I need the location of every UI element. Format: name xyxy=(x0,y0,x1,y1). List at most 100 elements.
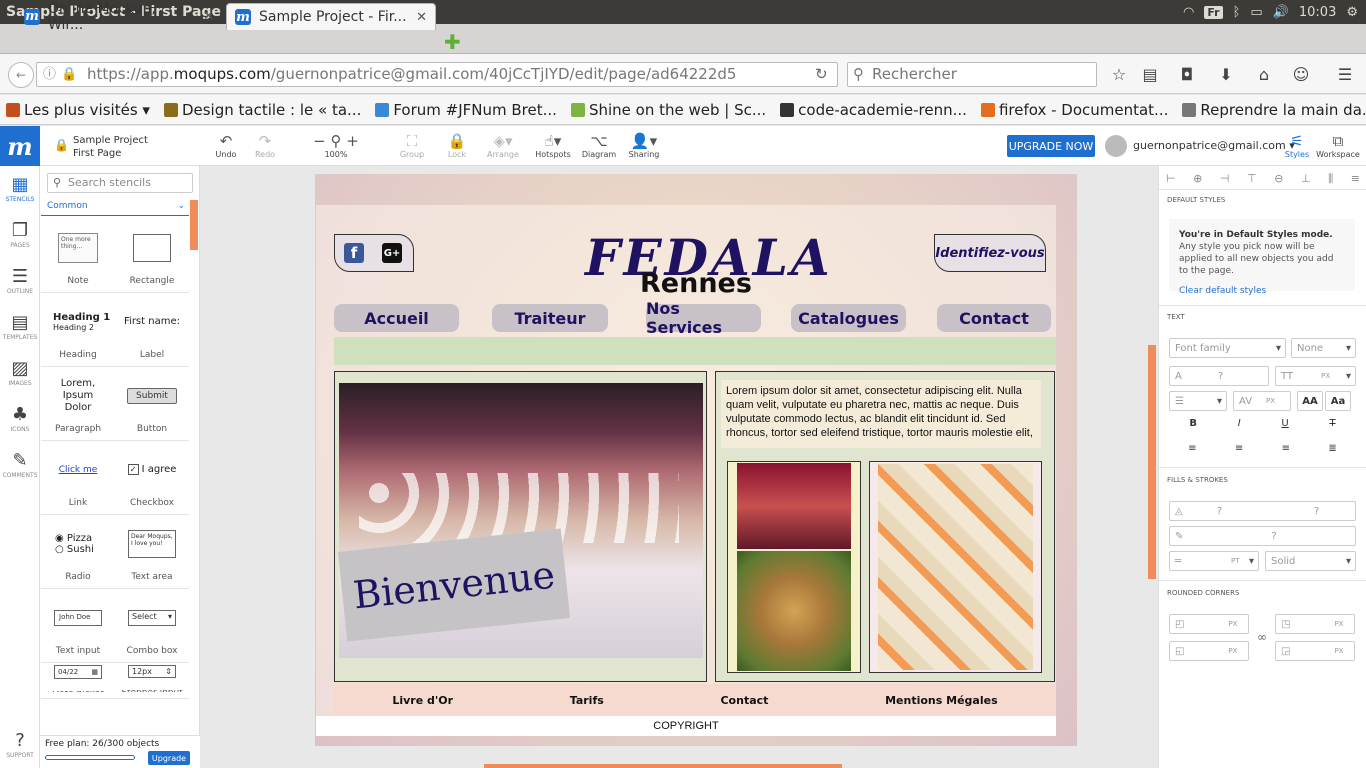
stencil-text-input[interactable]: John Doe Text input xyxy=(41,589,115,663)
stencil-date-picker[interactable]: 04/22▦Date picker xyxy=(41,663,115,699)
fill-color-field[interactable]: ◬?? xyxy=(1169,501,1356,521)
stroke-color-field[interactable]: ✎? xyxy=(1169,526,1356,546)
text-justify-icon[interactable]: ≣ xyxy=(1328,443,1336,454)
stencil-text-area[interactable]: Dear Moqups, I love you! Text area xyxy=(115,515,189,589)
align-right-icon[interactable]: ⊣ xyxy=(1220,172,1230,186)
volume-icon[interactable]: 🔊 xyxy=(1273,5,1289,20)
login-button[interactable]: Identifiez-vous xyxy=(934,234,1046,272)
zoom-control[interactable]: − ⚲ +100% xyxy=(311,132,361,159)
align-center-icon[interactable]: ⊕ xyxy=(1193,172,1202,186)
menu-nos-services[interactable]: Nos Services xyxy=(646,299,761,337)
stencil-stepper-input[interactable]: 12px⇕Stepper input xyxy=(115,663,189,699)
stencil-checkbox[interactable]: ✓ I agree Checkbox xyxy=(115,441,189,515)
stencil-label[interactable]: First name: Label xyxy=(115,293,189,367)
green-banner[interactable] xyxy=(334,337,1056,365)
underline-button[interactable]: U xyxy=(1281,418,1288,429)
menu-traiteur[interactable]: Traiteur xyxy=(492,304,608,332)
align-bottom-icon[interactable]: ⊥ xyxy=(1301,172,1311,186)
wifi-icon[interactable]: ◠ xyxy=(1183,5,1194,20)
stencil-category-select[interactable]: Common ⌄ xyxy=(41,201,189,216)
pocket-icon[interactable]: ◘ xyxy=(1176,63,1198,85)
font-size-field[interactable]: TT PX ▾ xyxy=(1275,366,1356,386)
back-arrow-icon[interactable]: ← xyxy=(8,62,34,88)
tab-sample-project[interactable]: m Sample Project - Fir... ✕ xyxy=(226,3,436,30)
stencil-heading[interactable]: Heading 1 Heading 2 Heading xyxy=(41,293,115,367)
distribute-h-icon[interactable]: ⫼ xyxy=(1328,172,1333,186)
menu-accueil[interactable]: Accueil xyxy=(334,304,459,332)
menu-hamburger-icon[interactable]: ☰ xyxy=(1334,63,1356,85)
footer-link[interactable]: Contact xyxy=(720,694,768,707)
bookmark-star-icon[interactable]: ☆ xyxy=(1108,63,1130,85)
home-icon[interactable]: ⌂ xyxy=(1253,63,1275,85)
new-tab-plus-icon[interactable]: ✚ xyxy=(444,30,461,54)
upgrade-now-button[interactable]: UPGRADE NOW xyxy=(1007,135,1095,157)
bookmark-item[interactable]: Design tactile : le « ta... xyxy=(163,101,361,119)
corner-bottom-right-field[interactable]: ◲ PX xyxy=(1275,641,1355,661)
rail-images[interactable]: ▨ IMAGES xyxy=(0,358,40,387)
search-field[interactable]: ⚲ Rechercher xyxy=(847,62,1097,87)
bookmark-item[interactable]: Shine on the web | Sc... xyxy=(570,101,766,119)
rail-stencils[interactable]: ▦ STENCILS xyxy=(0,174,40,203)
project-title[interactable]: Sample Project First Page xyxy=(73,134,148,160)
reload-icon[interactable]: ↻ xyxy=(815,63,828,86)
facebook-icon[interactable]: f xyxy=(344,243,364,263)
upgrade-small-button[interactable]: Upgrade xyxy=(148,751,190,765)
smallcaps-button[interactable]: Aa xyxy=(1325,391,1351,411)
canvas-horizontal-scrollbar[interactable] xyxy=(484,764,842,768)
corner-top-left-field[interactable]: ◰ PX xyxy=(1169,614,1249,634)
text-align-right-icon[interactable]: ≡ xyxy=(1282,443,1290,454)
battery-icon[interactable]: ▭ xyxy=(1250,5,1262,20)
link-corners-icon[interactable]: ∞ xyxy=(1257,630,1267,644)
bookmark-item[interactable]: code-academie-renn... xyxy=(780,101,967,119)
list-style-select[interactable]: ☰ ▾ xyxy=(1169,391,1227,411)
close-tab-icon[interactable]: ✕ xyxy=(416,10,427,25)
stencil-note[interactable]: One more thing... Note xyxy=(41,219,115,293)
avatar[interactable] xyxy=(1105,135,1127,157)
lock-icon[interactable]: 🔒 xyxy=(54,138,69,152)
text-align-center-icon[interactable]: ≡ xyxy=(1235,443,1243,454)
bookmark-item[interactable]: Reprendre la main da... xyxy=(1182,101,1366,119)
stroke-width-field[interactable]: ═ PT ▾ xyxy=(1169,551,1259,571)
menu-contact[interactable]: Contact xyxy=(937,304,1051,332)
stencil-search-input[interactable]: ⚲ Search stencils xyxy=(47,173,193,193)
corner-bottom-left-field[interactable]: ◱ PX xyxy=(1169,641,1249,661)
align-middle-icon[interactable]: ⊖ xyxy=(1274,172,1283,186)
text-color-field[interactable]: A? xyxy=(1169,366,1269,386)
text-align-left-icon[interactable]: ≡ xyxy=(1188,443,1196,454)
url-bar[interactable]: ⓘ 🔒 https://app.moqups.com/guernonpatric… xyxy=(36,62,838,87)
rail-pages[interactable]: ❐ PAGES xyxy=(0,220,40,249)
redo-button[interactable]: ↷ Redo xyxy=(240,132,290,159)
moqups-logo[interactable]: m xyxy=(0,126,40,166)
italic-button[interactable]: I xyxy=(1238,418,1241,429)
close-tab-icon[interactable]: ✕ xyxy=(203,9,214,24)
stroke-style-select[interactable]: Solid ▾ xyxy=(1265,551,1356,571)
workspace-button[interactable]: ⧉ Workspace xyxy=(1313,132,1363,159)
stencil-link[interactable]: Click me Link xyxy=(41,441,115,515)
distribute-v-icon[interactable]: ≡ xyxy=(1351,172,1360,186)
menu-catalogues[interactable]: Catalogues xyxy=(791,304,906,332)
stencils-scrollbar[interactable] xyxy=(190,200,198,250)
rail-templates[interactable]: ▤ TEMPLATES xyxy=(0,312,40,341)
bookmark-item[interactable]: Les plus visités ▾ xyxy=(6,101,150,119)
group-button[interactable]: ⛶ Group xyxy=(387,132,437,159)
bookmark-item[interactable]: firefox - Documentat... xyxy=(980,101,1168,119)
letter-spacing-field[interactable]: AV PX xyxy=(1233,391,1291,411)
canvas-vertical-scrollbar[interactable] xyxy=(1148,345,1156,579)
tab-online-mockup[interactable]: m Online Mockup, Wir... ✕ xyxy=(16,1,222,33)
clock[interactable]: 10:03 xyxy=(1299,5,1336,20)
footer-link[interactable]: Livre d'Or xyxy=(392,694,453,707)
stencil-button[interactable]: Submit Button xyxy=(115,367,189,441)
clear-default-styles-link[interactable]: Clear default styles xyxy=(1179,285,1345,297)
footer-link[interactable]: Mentions Mégales xyxy=(885,694,998,707)
strikethrough-button[interactable]: T xyxy=(1329,418,1335,429)
hotspots-button[interactable]: ☝▾ Hotspots xyxy=(528,132,578,159)
corner-top-right-field[interactable]: ◳ PX xyxy=(1275,614,1355,634)
diagram-button[interactable]: ⌥ Diagram xyxy=(574,132,624,159)
google-plus-icon[interactable]: G+ xyxy=(382,243,402,263)
intro-paragraph[interactable]: Lorem ipsum dolor sit amet, consectetur … xyxy=(721,380,1041,448)
align-left-icon[interactable]: ⊢ xyxy=(1166,172,1176,186)
stencil-radio[interactable]: ◉ Pizza ○ Sushi Radio xyxy=(41,515,115,589)
rail-outline[interactable]: ☰ OUTLINE xyxy=(0,266,40,295)
font-family-select[interactable]: Font family ▾ xyxy=(1169,338,1286,358)
info-icon[interactable]: ⓘ xyxy=(43,63,56,86)
